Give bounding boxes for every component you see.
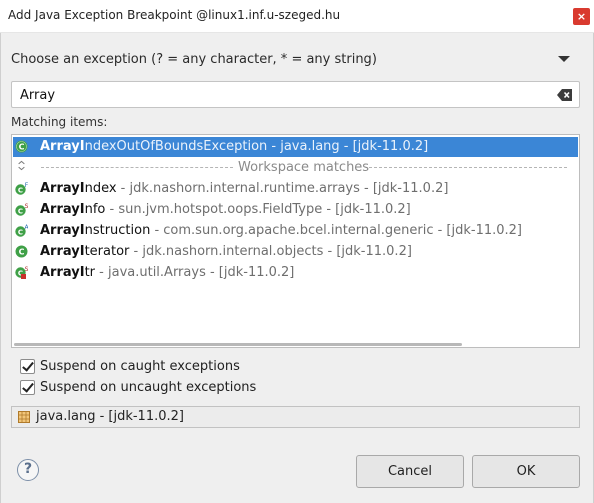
svg-text:C: C bbox=[18, 207, 23, 215]
view-menu-arrow-icon[interactable] bbox=[558, 56, 570, 62]
item-name-rest: nstruction bbox=[84, 223, 151, 238]
svg-text:A: A bbox=[24, 224, 28, 231]
item-name-rest: tr bbox=[84, 265, 96, 280]
svg-text:S: S bbox=[25, 266, 28, 273]
item-rest: - sun.jvm.hotspot.oops.FieldType - [jdk-… bbox=[105, 202, 411, 217]
collapse-chevrons-icon bbox=[18, 160, 25, 171]
svg-text:S: S bbox=[25, 203, 28, 210]
help-button[interactable]: ? bbox=[17, 459, 39, 481]
item-rest: - jdk.nashorn.internal.runtime.arrays - … bbox=[116, 181, 449, 196]
list-item[interactable]: C S ArrayInfo - sun.jvm.hotspot.oops.Fie… bbox=[13, 200, 578, 220]
item-match-prefix: ArrayI bbox=[40, 181, 85, 196]
suspend-uncaught-checkbox[interactable] bbox=[20, 380, 35, 395]
item-rest: - java.util.Arrays - [jdk-11.0.2] bbox=[95, 265, 295, 280]
suspend-caught-label: Suspend on caught exceptions bbox=[40, 359, 240, 374]
list-item[interactable]: C F ArrayIndex - jdk.nashorn.internal.ru… bbox=[13, 179, 578, 199]
item-match-prefix: ArrayI bbox=[40, 139, 85, 154]
item-rest: - jdk.nashorn.internal.objects - [jdk-11… bbox=[129, 244, 412, 259]
close-button[interactable]: × bbox=[573, 8, 590, 25]
cancel-button[interactable]: Cancel bbox=[356, 455, 464, 488]
title-bar: Add Java Exception Breakpoint @linux1.in… bbox=[0, 0, 594, 33]
item-name-rest: nfo bbox=[84, 202, 106, 217]
svg-text:C: C bbox=[18, 228, 23, 236]
list-item[interactable]: C ArrayIterator - jdk.nashorn.internal.o… bbox=[13, 242, 578, 262]
item-rest: ndexOutOfBoundsException - java.lang - [… bbox=[84, 139, 429, 154]
item-match-prefix: ArrayI bbox=[40, 223, 85, 238]
item-rest: - com.sun.org.apache.bcel.internal.gener… bbox=[150, 223, 522, 238]
horizontal-scrollbar[interactable] bbox=[14, 343, 462, 346]
matching-items-label: Matching items: bbox=[11, 115, 108, 129]
svg-text:C: C bbox=[19, 143, 25, 152]
matching-items-list[interactable]: C ArrayIndexOutOfBoundsException - java.… bbox=[11, 134, 580, 348]
item-match-prefix: ArrayI bbox=[40, 265, 85, 280]
ok-button[interactable]: OK bbox=[472, 455, 580, 488]
prompt-label: Choose an exception (? = any character, … bbox=[11, 52, 377, 67]
svg-text:F: F bbox=[25, 182, 28, 189]
svg-text:C: C bbox=[19, 248, 25, 257]
suspend-uncaught-label: Suspend on uncaught exceptions bbox=[40, 380, 257, 395]
final-class-icon: C F bbox=[15, 182, 28, 195]
item-match-prefix: ArrayI bbox=[40, 244, 85, 259]
search-input[interactable] bbox=[20, 85, 540, 105]
window-title: Add Java Exception Breakpoint @linux1.in… bbox=[8, 8, 341, 22]
package-label: java.lang - [jdk-11.0.2] bbox=[36, 409, 184, 424]
item-name-rest: ndex bbox=[84, 181, 117, 196]
search-field[interactable] bbox=[11, 81, 580, 108]
abstract-class-icon: C A bbox=[15, 224, 28, 237]
static-class-icon: C S bbox=[15, 203, 28, 216]
list-item[interactable]: C S ArrayItr - java.util.Arrays - [jdk-1… bbox=[13, 263, 578, 283]
class-icon: C bbox=[15, 245, 28, 258]
list-item-selected[interactable]: C ArrayIndexOutOfBoundsException - java.… bbox=[13, 137, 578, 157]
workspace-separator: Workspace matches bbox=[13, 158, 578, 178]
list-item[interactable]: C A ArrayInstruction - com.sun.org.apach… bbox=[13, 221, 578, 241]
svg-text:C: C bbox=[18, 186, 23, 194]
package-icon bbox=[18, 411, 30, 423]
class-icon: C bbox=[15, 140, 28, 153]
item-match-prefix: ArrayI bbox=[40, 202, 85, 217]
clear-search-icon[interactable] bbox=[557, 88, 573, 102]
package-status-bar: java.lang - [jdk-11.0.2] bbox=[11, 406, 580, 428]
private-static-class-icon: C S bbox=[15, 266, 28, 279]
item-name-rest: terator bbox=[84, 244, 130, 259]
separator-label: Workspace matches bbox=[234, 160, 374, 175]
suspend-caught-checkbox[interactable] bbox=[20, 359, 35, 374]
